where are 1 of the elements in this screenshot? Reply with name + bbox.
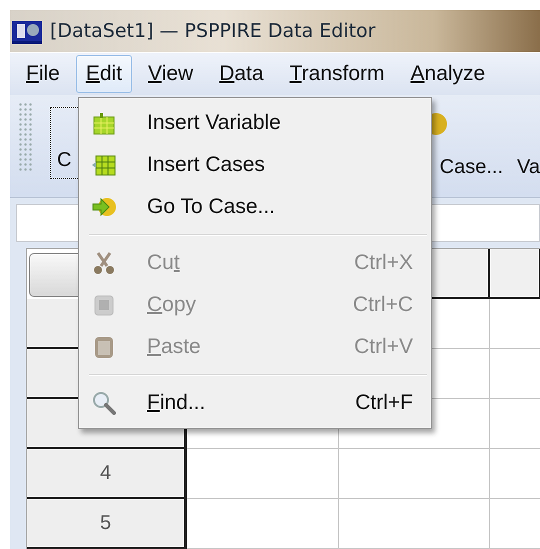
- window-title: [DataSet1] — PSPPIRE Data Editor: [50, 20, 376, 42]
